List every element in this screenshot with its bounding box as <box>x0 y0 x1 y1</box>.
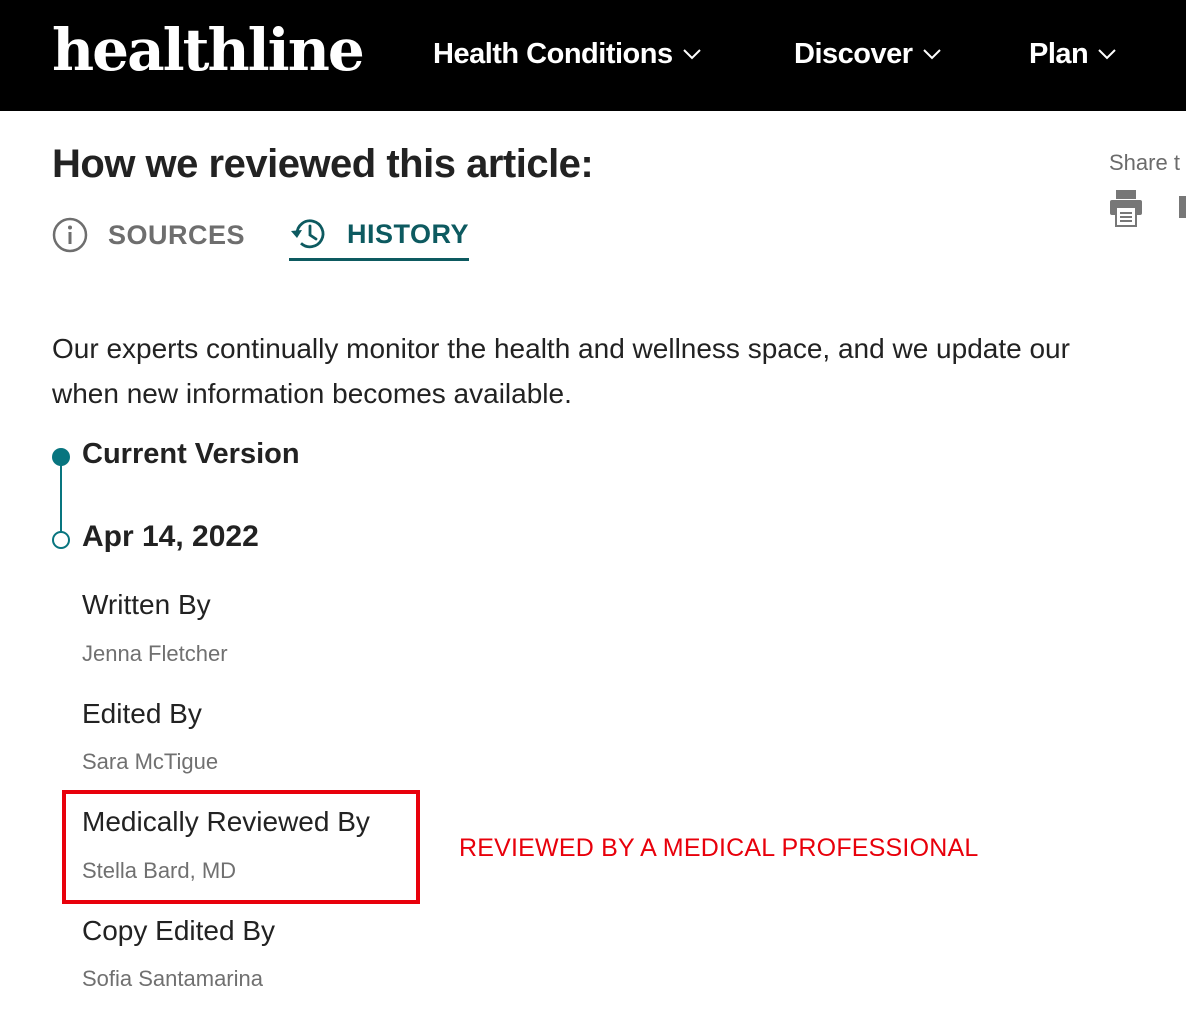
chevron-down-icon <box>1098 48 1116 59</box>
nav-label: Discover <box>794 37 913 70</box>
tab-label: SOURCES <box>108 219 246 250</box>
annotation-label: REVIEWED BY A MEDICAL PROFESSIONAL <box>459 834 979 862</box>
tab-label: HISTORY <box>347 218 470 249</box>
nav-health-conditions[interactable]: Health Conditions <box>433 34 701 74</box>
chevron-down-icon <box>922 48 941 59</box>
email-share-icon[interactable] <box>1179 196 1186 218</box>
credit-name-copy[interactable]: Sofia Santamarina <box>82 966 263 992</box>
nav-discover[interactable]: Discover <box>794 34 941 74</box>
nav-label: Health Conditions <box>433 37 673 70</box>
site-header: healthline Health Conditions Discover Pl… <box>0 0 1186 111</box>
credit-role-written: Written By <box>82 589 211 620</box>
current-version-label: Current Version <box>82 438 300 470</box>
history-icon <box>291 219 325 249</box>
timeline-connector <box>60 460 62 538</box>
timeline-dot-version <box>52 531 70 549</box>
print-icon[interactable] <box>1109 189 1143 227</box>
credit-role-copy: Copy Edited By <box>82 915 275 946</box>
version-date: Apr 14, 2022 <box>82 520 259 553</box>
intro-paragraph: Our experts continually monitor the heal… <box>52 326 1186 416</box>
credit-name-written[interactable]: Jenna Fletcher <box>82 641 228 667</box>
intro-line: when new information becomes available. <box>52 378 572 409</box>
page: healthline Health Conditions Discover Pl… <box>0 0 1186 1024</box>
credit-role-edited: Edited By <box>82 698 202 729</box>
intro-line: Our experts continually monitor the heal… <box>52 333 1070 364</box>
info-icon <box>52 217 88 253</box>
chevron-down-icon <box>682 48 701 59</box>
nav-plan[interactable]: Plan <box>1029 34 1116 74</box>
tab-history[interactable]: HISTORY <box>289 210 470 261</box>
timeline-dot-current <box>52 448 70 466</box>
tab-sources[interactable]: SOURCES <box>52 210 245 260</box>
review-heading: How we reviewed this article: <box>52 142 594 186</box>
credit-name-edited[interactable]: Sara McTigue <box>82 749 218 775</box>
share-label: Share t <box>1109 150 1180 175</box>
healthline-logo[interactable]: healthline <box>52 14 365 86</box>
nav-label: Plan <box>1029 37 1089 70</box>
highlight-box <box>62 790 420 904</box>
